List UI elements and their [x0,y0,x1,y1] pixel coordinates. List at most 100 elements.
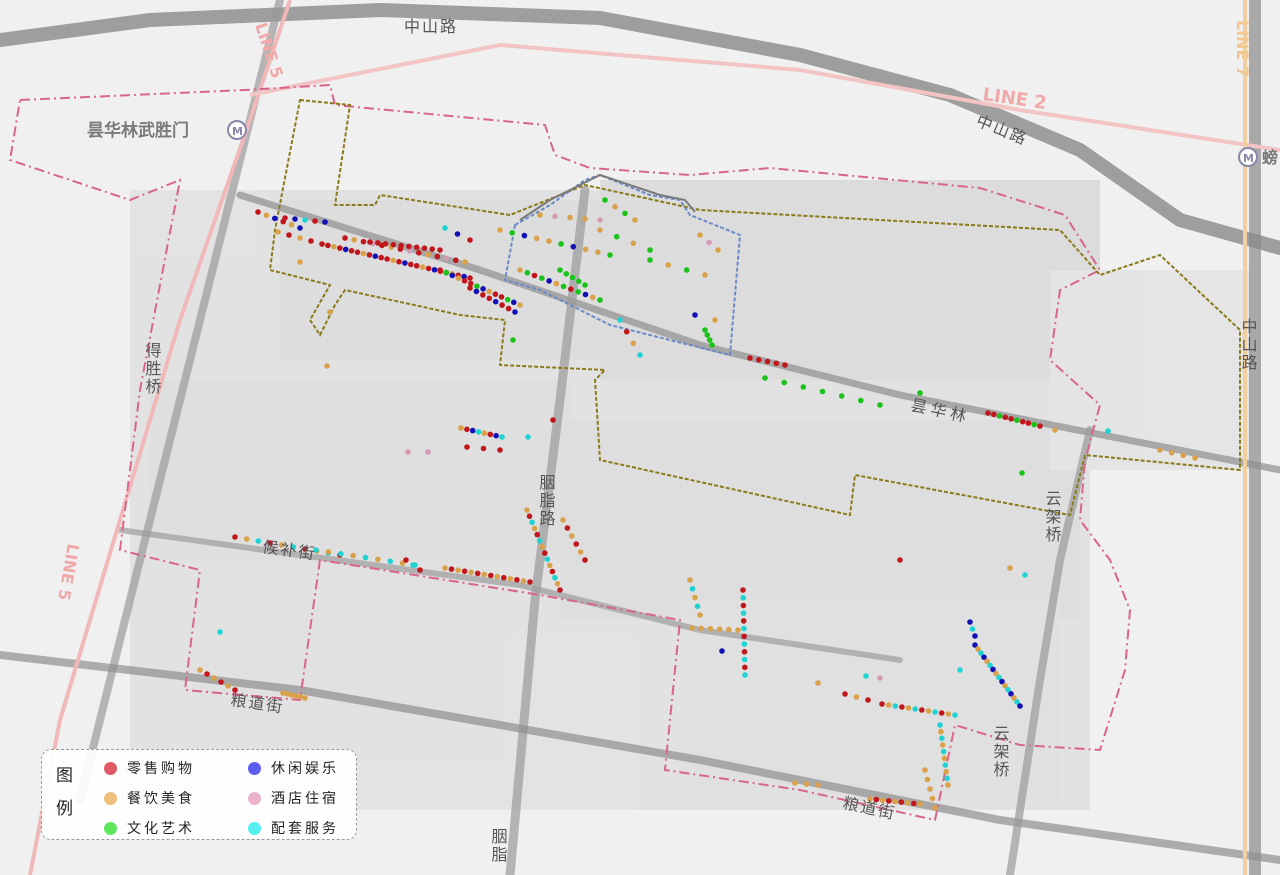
poi-dot-service [525,434,531,440]
poi-dot-food [442,565,448,571]
poi-dot-retail [938,710,945,716]
poi-dot-food [1157,447,1163,453]
poi-dot-service [944,775,950,782]
poi-dot-retail [232,534,238,540]
metro-station-right-glyph: M [1243,152,1254,165]
poi-dot-leisure [492,298,499,305]
poi-dot-food [702,272,708,278]
poi-dot-food [297,235,303,241]
poi-dot-culture [917,390,923,396]
poi-dot-retail [773,360,780,367]
poi-dot-leisure [493,432,499,439]
poi-dot-retail [467,237,473,243]
poi-dot-culture [474,283,480,290]
poi-dot-food [567,214,573,221]
poi-dot-service [952,712,958,718]
poi-dot-food [716,626,723,632]
poi-dot-food [632,217,638,223]
legend-item-hotel: 酒店住宿 [248,788,339,808]
poi-dot-retail [403,557,409,563]
poi-dot-leisure [692,312,698,318]
poi-dot-food [537,212,543,218]
legend-item-food: 餐饮美食 [104,788,195,808]
poi-dot-food [197,667,203,673]
poi-dot-leisure [292,216,298,222]
poi-dot-food [922,767,928,773]
poi-dot-service [302,217,308,223]
poi-dot-food [582,216,588,222]
poi-dot-service [499,434,505,440]
poi-dot-service [617,317,623,323]
poi-dot-service [637,352,643,358]
poi-dot-service [475,429,482,435]
poi-dot-retail [499,302,505,308]
label-yanzhi-bottom: 胭脂 [489,828,508,864]
poi-dot-service [1022,572,1028,578]
poi-dot-retail [312,218,318,224]
metro-station-left-glyph: M [232,125,243,138]
poi-dot-food [1052,427,1058,433]
poi-dot-retail [741,633,747,640]
poi-dot-retail [741,649,748,655]
poi-dot-food [932,805,938,811]
poi-dot-leisure [272,215,278,222]
poi-dot-retail [623,328,630,335]
poi-dot-retail [425,265,432,272]
poi-dot-retail [461,568,468,574]
poi-dot-retail [337,245,343,251]
poi-dot-service [741,625,747,632]
poi-dot-food [698,625,704,632]
poi-dot-food [350,552,356,559]
poi-dot-food [945,711,952,717]
poi-dot-food [715,247,721,253]
poi-dot-leisure [967,619,973,625]
poi-dot-food [533,235,540,242]
poi-dot-food [925,708,932,714]
poi-dot-retail [782,362,788,368]
poi-dot-food [351,237,358,243]
poi-dot-retail [1019,418,1026,425]
label-zhongshan-top: 中山路 [404,17,458,36]
poi-map: 中山路 中山路 中山路 得胜桥 胭脂路 胭脂 候补街 粮道街 粮道街 云架桥 云… [0,0,1280,875]
poi-dot-retail [1037,423,1043,429]
poi-dot-food [943,768,949,775]
poi-dot-retail [842,691,848,697]
poi-dot-retail [550,417,556,423]
poi-dot-retail [497,447,503,453]
poi-dot-culture [602,197,608,203]
poi-dot-service [529,519,535,526]
poi-dot-food [853,694,860,700]
poi-dot-retail [919,707,925,713]
poi-dot-food [938,728,944,735]
poi-dot-food [455,567,461,573]
poi-dot-retail [486,295,493,302]
legend-dot-leisure [248,761,261,775]
poi-dot-food [494,573,501,580]
poi-dot-leisure [570,243,577,250]
poi-dot-food [803,781,810,787]
poi-dot-food [665,262,672,268]
poi-dot-food [560,517,566,523]
poi-dot-service [338,551,344,557]
poi-dot-service [442,225,448,231]
poi-dot-retail [308,238,314,244]
poi-dot-retail [437,247,443,253]
poi-dot-food [735,627,741,633]
poi-dot-hotel [706,239,712,246]
poi-dot-leisure [402,260,408,266]
poi-dot-retail [740,587,746,593]
poi-dot-retail [527,579,533,585]
poi-dot-retail [742,664,748,671]
poi-dot-food [288,222,295,228]
poi-dot-culture [996,413,1003,419]
poi-dot-retail [390,241,397,248]
legend: 图例 零售购物 餐饮美食 文化艺术 休闲娱乐 酒店住宿 配套服务 [41,749,357,840]
legend-dot-hotel [248,791,261,805]
poi-dot-retail [557,587,563,593]
poi-dot-food [486,288,493,295]
poi-dot-hotel [405,449,411,455]
poi-dot-food [275,229,281,235]
poi-dot-food [904,800,911,806]
poi-dot-retail [514,577,520,583]
poi-dot-leisure [372,253,379,259]
